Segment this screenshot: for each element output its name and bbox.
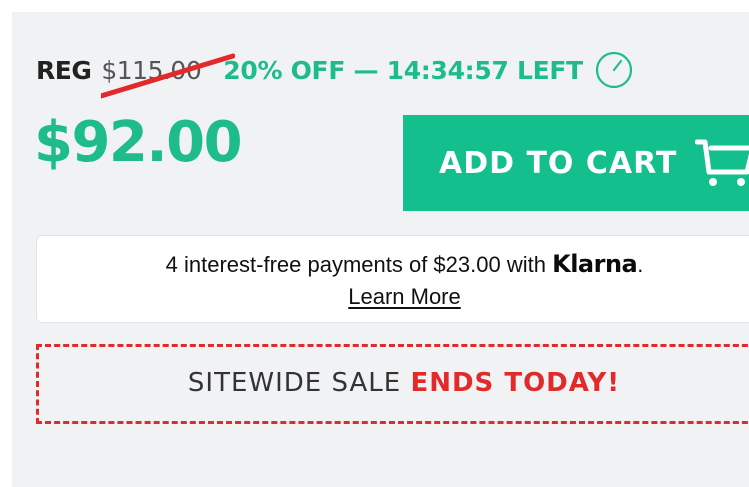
regular-price-label: REG [36, 55, 92, 85]
klarna-payment-line: 4 interest-free payments of $23.00 with … [37, 250, 749, 278]
clock-icon [595, 51, 633, 89]
sitewide-sale-banner: SITEWIDE SALE ENDS TODAY! [36, 344, 749, 424]
price-row: REG $115.00 20% OFF — 14:34:57 LEFT [36, 48, 633, 98]
add-to-cart-button[interactable]: ADD TO CART [403, 115, 749, 211]
regular-price-wrapper: $115.00 [101, 53, 236, 98]
learn-more-link[interactable]: Learn More [37, 284, 749, 310]
regular-price: $115.00 [101, 55, 202, 85]
sale-price: $92.00 [34, 110, 243, 175]
discount-countdown: 20% OFF — 14:34:57 LEFT [223, 55, 583, 85]
sale-banner-prefix: SITEWIDE SALE [187, 368, 402, 398]
add-to-cart-label: ADD TO CART [439, 145, 678, 181]
sale-banner-text: SITEWIDE SALE ENDS TODAY! [39, 368, 749, 398]
klarna-financing-box: 4 interest-free payments of $23.00 with … [36, 235, 749, 323]
klarna-payment-text: 4 interest-free payments of $23.00 with [165, 252, 546, 277]
klarna-logo: Klarna [552, 250, 638, 278]
sale-banner-emphasis: ENDS TODAY! [410, 368, 621, 398]
klarna-period: . [637, 252, 644, 277]
shopping-cart-icon [695, 139, 749, 186]
